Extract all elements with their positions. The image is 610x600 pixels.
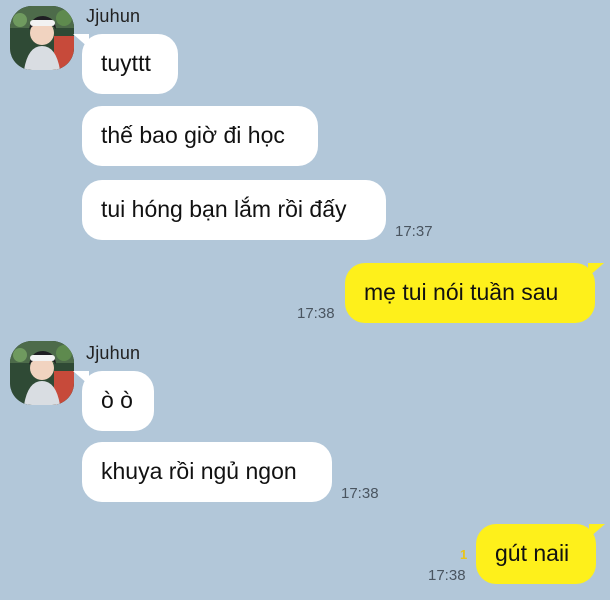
message-text: gút naii bbox=[495, 540, 570, 566]
unread-count: 1 bbox=[460, 547, 468, 562]
sender-avatar[interactable] bbox=[10, 6, 74, 70]
message-text: khuya rồi ngủ ngon bbox=[101, 458, 297, 484]
message-bubble[interactable]: ò ò bbox=[73, 371, 154, 431]
profile-avatar-icon bbox=[10, 6, 74, 70]
message-bubble[interactable]: thế bao giờ đi học bbox=[82, 106, 318, 166]
message-bubble[interactable]: khuya rồi ngủ ngon bbox=[82, 442, 332, 502]
sender-name: Jjuhun bbox=[86, 343, 141, 363]
message-text: mẹ tui nói tuần sau bbox=[364, 279, 559, 305]
message-timestamp: 17:38 bbox=[341, 485, 379, 502]
message-text: thế bao giờ đi học bbox=[101, 122, 285, 148]
profile-avatar-icon bbox=[10, 341, 74, 405]
message-text: tui hóng bạn lắm rồi đấy bbox=[101, 196, 347, 222]
chat-room: Jjuhun tuyttt thế bao giờ đi học tui hón… bbox=[0, 0, 610, 600]
message-text: ò ò bbox=[101, 387, 133, 413]
message-timestamp: 17:37 bbox=[395, 223, 433, 240]
message-bubble[interactable]: tui hóng bạn lắm rồi đấy bbox=[82, 180, 386, 240]
message-text: tuyttt bbox=[101, 50, 151, 76]
sender-name: Jjuhun bbox=[86, 6, 141, 26]
my-message-bubble[interactable]: mẹ tui nói tuần sau bbox=[345, 263, 604, 323]
message-timestamp: 17:38 bbox=[297, 305, 335, 322]
message-timestamp: 17:38 bbox=[428, 567, 466, 584]
my-message-bubble[interactable]: gút naii bbox=[476, 524, 605, 584]
sender-avatar[interactable] bbox=[10, 341, 74, 405]
message-bubble[interactable]: tuyttt bbox=[73, 34, 178, 94]
